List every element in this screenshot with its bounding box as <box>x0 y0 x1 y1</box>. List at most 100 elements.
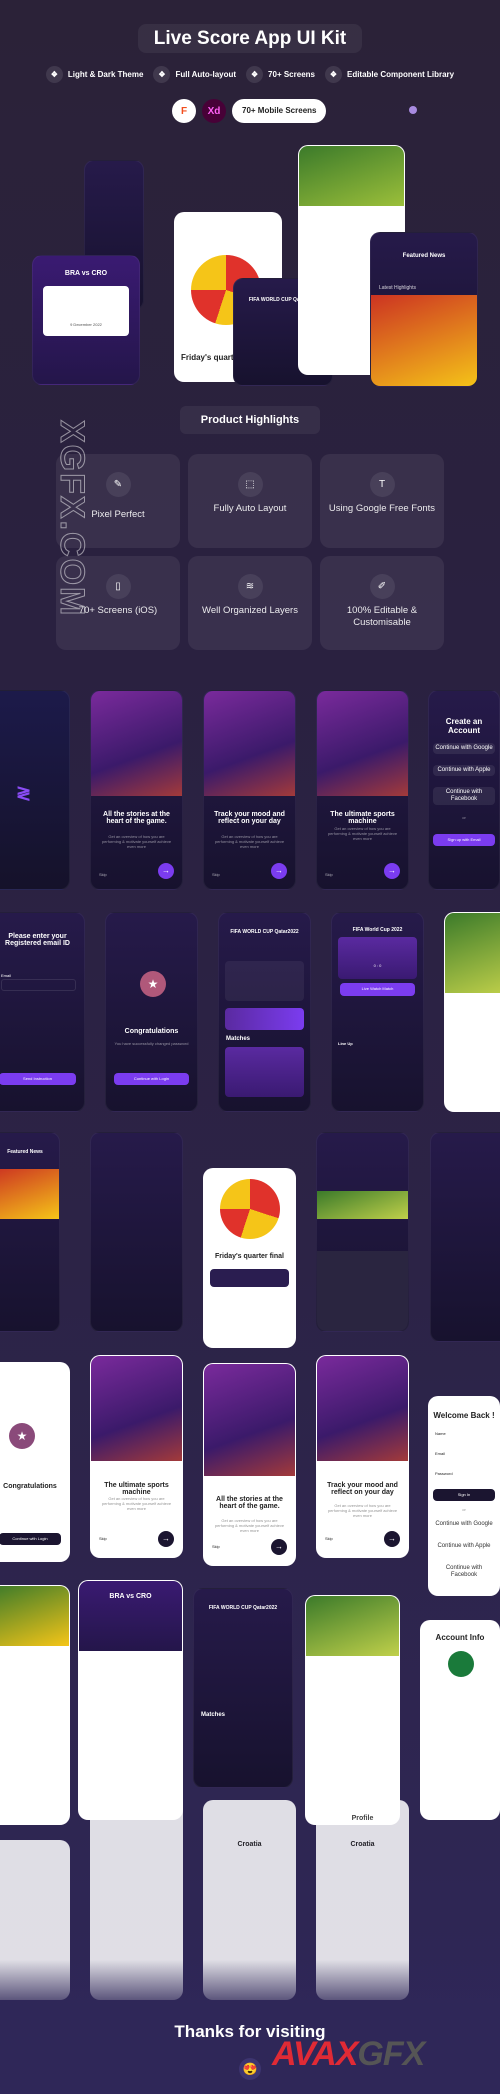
google-button[interactable]: Continue with Google <box>433 1519 495 1530</box>
xd-icon: Xd <box>202 99 226 123</box>
pen-tool-icon: ✎ <box>105 472 131 497</box>
onboarding-title: Track your mood and reflect on your day <box>327 1482 398 1496</box>
skip-link[interactable]: Skip <box>325 872 333 877</box>
signup-email-button[interactable]: Sign up with Email <box>433 834 495 846</box>
match-header <box>79 1581 182 1651</box>
next-button[interactable]: → <box>158 863 174 879</box>
email-input[interactable] <box>1 979 76 991</box>
congrats-title: Congratulations <box>3 1483 57 1490</box>
next-button[interactable]: → <box>384 1531 400 1547</box>
skip-link[interactable]: Skip <box>325 1536 333 1541</box>
splash-screen: ≷ <box>0 690 70 890</box>
send-instruction-button[interactable]: Send Instruction <box>0 1073 76 1085</box>
layers-icon: ≋ <box>237 574 263 599</box>
news-photo <box>371 295 477 386</box>
skip-link[interactable]: Skip <box>212 1544 220 1549</box>
email-label: Email <box>1 973 12 978</box>
match-photo <box>299 146 404 206</box>
chat-screen <box>444 912 500 1112</box>
thanks-heading: Thanks for visiting <box>174 2022 326 2041</box>
ticket-banner <box>225 1008 304 1030</box>
facebook-button[interactable]: Continue with Facebook <box>433 1563 495 1581</box>
name-label: Name <box>435 1431 446 1436</box>
feature-item: ❖ 70+ Screens <box>246 66 315 83</box>
match-card <box>43 286 129 336</box>
cup-title: FIFA WORLD CUP Qatar2022 <box>230 929 299 935</box>
match-card[interactable] <box>225 1047 304 1097</box>
sign-in-button[interactable]: Sign In <box>433 1489 495 1501</box>
latest-highlights: Latest Highlights <box>379 285 416 291</box>
forgot-title: Please enter your Registered email ID <box>5 933 70 947</box>
players-photo <box>204 1364 295 1476</box>
type-icon: T <box>369 472 395 497</box>
hero-phone-match: BRA vs CRO 9 December 2022 <box>32 255 140 385</box>
email-label: Email <box>435 1451 446 1456</box>
match-photo <box>445 913 500 993</box>
feature-item: ❖ Light & Dark Theme <box>45 66 144 83</box>
trophy-image <box>220 1179 280 1239</box>
next-button[interactable]: → <box>158 1531 174 1547</box>
onboarding-subtitle: Get an overview of how you are performin… <box>101 834 172 849</box>
onboarding-title: The ultimate sports machine <box>104 1482 169 1496</box>
continue-login-button[interactable]: Continue with Login <box>0 1533 61 1545</box>
search-screen <box>90 1132 183 1332</box>
password-label: Password <box>435 1471 453 1476</box>
players-photo <box>91 691 182 796</box>
onboarding-title: The ultimate sports machine <box>330 811 395 825</box>
tools-row: F Xd 70+ Mobile Screens <box>172 99 327 123</box>
match-title: BRA vs CRO <box>64 270 108 277</box>
onboarding-title: Track your mood and reflect on your day <box>214 811 285 825</box>
score: 0 : 0 <box>373 963 382 968</box>
players-photo <box>317 691 408 796</box>
skip-link[interactable]: Skip <box>99 872 107 877</box>
welcome-title: Welcome Back ! <box>433 1411 495 1420</box>
match-photo <box>306 1596 399 1656</box>
feature-label: Light & Dark Theme <box>67 70 144 79</box>
next-button[interactable]: → <box>271 863 287 879</box>
google-button[interactable]: Continue with Google <box>433 743 495 754</box>
home-screen: FIFA WORLD CUP Qatar2022 Matches <box>218 912 311 1112</box>
onboarding-subtitle: Get an overview of how you are performin… <box>327 1503 398 1518</box>
feature-label: Full Auto-layout <box>175 70 237 79</box>
forgot-password-screen: Please enter your Registered email ID Em… <box>0 912 85 1112</box>
feature-item: ❖ Full Auto-layout <box>153 66 236 83</box>
onboarding-screen: Track your mood and reflect on your day … <box>203 690 296 890</box>
next-button[interactable]: → <box>271 1539 287 1555</box>
hero-phone-news: Featured News Latest Highlights <box>370 232 478 387</box>
next-button[interactable]: → <box>384 863 400 879</box>
final-screen: Friday's quarter final <box>203 1168 296 1348</box>
congrats-title: Congratulations <box>124 1028 179 1035</box>
avatar[interactable] <box>448 1651 474 1677</box>
apple-button[interactable]: Continue with Apple <box>433 1541 495 1552</box>
home-screen: FIFA WORLD CUP Qatar2022 Matches <box>193 1588 293 1788</box>
match-date: 9 December 2022 <box>70 322 102 327</box>
feature-label: Editable Component Library <box>346 70 455 79</box>
highlight-card: T Using Google Free Fonts <box>320 454 444 548</box>
facebook-button[interactable]: Continue with Facebook <box>433 787 495 805</box>
live-watch-button[interactable]: Live Watch Match <box>340 983 415 996</box>
player-controls[interactable] <box>210 1269 289 1287</box>
continue-login-button[interactable]: Continue with Login <box>114 1073 189 1085</box>
match-detail-screen: FIFA World Cup 2022 0 : 0 Live Watch Mat… <box>331 912 424 1112</box>
matches-heading: Matches <box>226 1036 251 1042</box>
apple-button[interactable]: Continue with Apple <box>433 765 495 776</box>
skip-link[interactable]: Skip <box>99 1536 107 1541</box>
figma-icon: F <box>172 99 196 123</box>
feature-label: 70+ Screens <box>268 70 315 79</box>
screens-badge: 70+ Mobile Screens <box>232 99 327 123</box>
component-icon: ❖ <box>45 66 63 83</box>
onboarding-title: All the stories at the heart of the game… <box>103 811 170 825</box>
onboarding-screen: All the stories at the heart of the game… <box>90 690 183 890</box>
component-icon: ❖ <box>246 66 264 83</box>
keyboard-search-screen <box>316 1132 409 1332</box>
badge-icon: ★ <box>9 1423 35 1449</box>
keyboard[interactable] <box>317 1251 408 1331</box>
account-info-screen: Account Info <box>420 1620 500 1820</box>
news-photo <box>317 1191 408 1219</box>
onboarding-subtitle: Get an overview of how you are performin… <box>101 1496 172 1511</box>
skip-link[interactable]: Skip <box>212 872 220 877</box>
screen-title: FIFA World Cup 2022 <box>352 927 403 933</box>
auto-layout-icon: ⬚ <box>237 472 263 497</box>
final-title: Friday's quarter final <box>215 1253 284 1260</box>
congrats-screen: ★ Congratulations You have successfully … <box>105 912 198 1112</box>
